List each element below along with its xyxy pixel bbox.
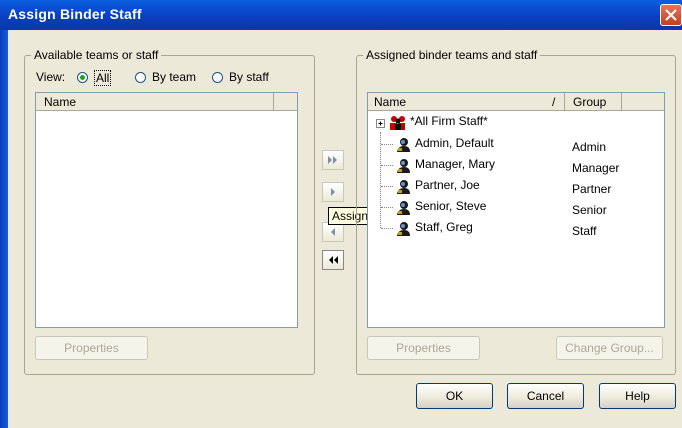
staff-group: Staff (572, 224, 597, 238)
staff-group: Senior (572, 203, 607, 217)
expand-toggle[interactable] (376, 119, 385, 128)
available-list-header: Name (36, 93, 297, 111)
close-button[interactable] (660, 4, 682, 26)
title-bar[interactable]: Assign Binder Staff (0, 0, 682, 30)
cancel-button[interactable]: Cancel (507, 383, 584, 409)
column-divider (621, 93, 622, 110)
unassign-button[interactable] (322, 222, 344, 242)
tree-line (381, 186, 393, 187)
staff-name[interactable]: Partner, Joe (415, 178, 480, 196)
plus-icon (378, 121, 383, 126)
double-right-arrow-icon (328, 156, 337, 164)
window-frame (0, 30, 8, 428)
staff-name[interactable]: Admin, Default (415, 136, 494, 154)
team-icon (389, 115, 407, 134)
staff-name[interactable]: Manager, Mary (415, 157, 495, 175)
radio-by-team-label[interactable]: By team (152, 70, 196, 84)
assigned-group-label: Assigned binder teams and staff (366, 48, 538, 62)
staff-icon (395, 221, 411, 240)
sort-indicator: / (552, 95, 556, 109)
left-arrow-icon (331, 228, 335, 236)
right-arrow-icon (331, 188, 335, 196)
assign-button[interactable] (322, 182, 344, 202)
radio-by-staff-label[interactable]: By staff (229, 70, 269, 84)
radio-by-team[interactable] (135, 72, 146, 83)
help-button[interactable]: Help (599, 383, 676, 409)
close-icon (665, 9, 677, 21)
column-divider (564, 93, 565, 110)
staff-icon (395, 137, 411, 156)
staff-icon (395, 179, 411, 198)
radio-all-label[interactable]: All (94, 70, 112, 86)
team-row-all-firm-staff[interactable]: *All Firm Staff* (410, 114, 488, 132)
tree-line (381, 228, 393, 229)
column-divider (273, 93, 274, 110)
view-label: View: (36, 70, 66, 84)
available-group-label: Available teams or staff (34, 48, 159, 62)
ok-button[interactable]: OK (416, 383, 493, 409)
unassign-all-button[interactable] (322, 250, 344, 270)
tree-line (381, 165, 393, 166)
assigned-list-header: Name / Group (368, 93, 664, 111)
staff-icon (395, 158, 411, 177)
radio-by-staff[interactable] (212, 72, 223, 83)
staff-icon (395, 200, 411, 219)
assigned-name-column[interactable]: Name (374, 95, 406, 109)
assigned-group-column[interactable]: Group (573, 95, 606, 109)
available-list[interactable]: Name (35, 92, 298, 328)
tree-line (380, 132, 381, 228)
staff-group: Partner (572, 182, 612, 196)
window-title: Assign Binder Staff (8, 6, 142, 22)
radio-all[interactable] (77, 72, 88, 83)
available-name-column[interactable]: Name (44, 95, 76, 109)
tree-line (381, 144, 393, 145)
available-properties-button[interactable]: Properties (35, 336, 148, 360)
tree-line (381, 207, 393, 208)
assign-all-button[interactable] (322, 150, 344, 170)
staff-name[interactable]: Senior, Steve (415, 199, 486, 217)
change-group-button[interactable]: Change Group... (556, 336, 663, 360)
staff-group: Manager (572, 161, 620, 175)
staff-name[interactable]: Staff, Greg (415, 220, 473, 238)
assigned-properties-button[interactable]: Properties (367, 336, 480, 360)
dialog-window: Assign Binder Staff Available teams or s… (0, 0, 682, 428)
staff-group: Admin (572, 140, 607, 154)
double-left-arrow-icon (329, 256, 338, 264)
